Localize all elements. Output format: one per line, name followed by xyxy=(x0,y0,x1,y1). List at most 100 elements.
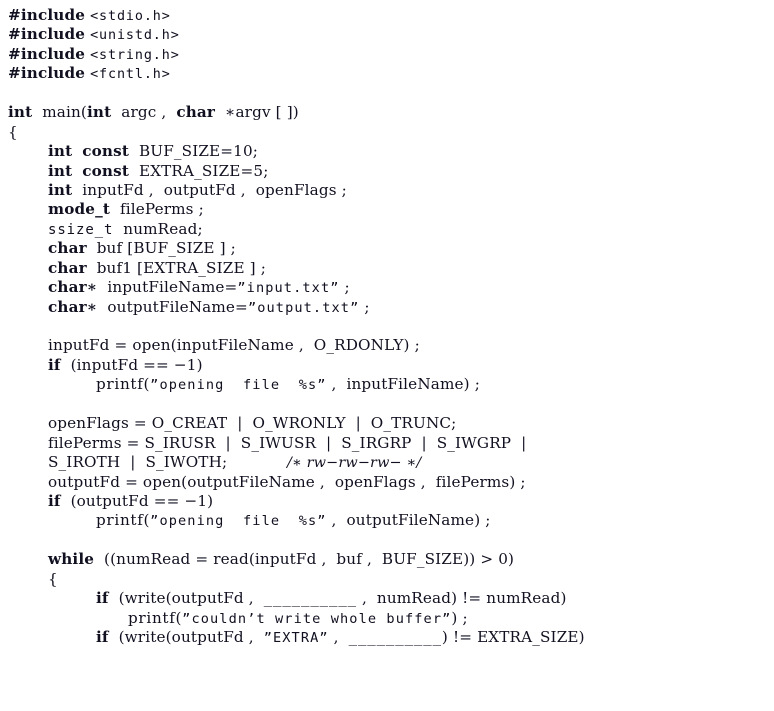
code-token-id: filePerms = S_IRUSR | S_IWUSR | S_IRGRP … xyxy=(48,433,527,452)
code-token-kw: while xyxy=(48,550,95,569)
code-token-id: { xyxy=(48,569,58,588)
code-token-id: (outputFd == −1) xyxy=(60,491,214,510)
code-line: mode_t filePerms ; xyxy=(0,200,774,219)
code-token-kw: int xyxy=(8,103,33,122)
code-token-id: ) != EXTRA_SIZE) xyxy=(441,628,585,646)
code-token-pp: #include xyxy=(8,25,86,44)
code-line: while ((numRead = read(inputFd , buf , B… xyxy=(0,550,774,569)
code-token-id: ; xyxy=(339,278,350,297)
code-token-kw: if xyxy=(48,491,61,510)
code-token-id: openFlags = O_CREAT | O_WRONLY | O_TRUNC… xyxy=(48,414,457,433)
code-token-id: (write(outputFd , xyxy=(108,628,264,646)
code-line: char buf [BUF_SIZE ] ; xyxy=(0,239,774,258)
code-token-kw: const xyxy=(82,142,129,161)
code-line: openFlags = O_CREAT | O_WRONLY | O_TRUNC… xyxy=(0,414,774,433)
code-token-id xyxy=(72,162,82,180)
code-line: char buf1 [EXTRA_SIZE ] ; xyxy=(0,259,774,278)
code-line: printf(”opening file %s” , outputFileNam… xyxy=(0,511,774,530)
code-line: int inputFd , outputFd , openFlags ; xyxy=(0,181,774,200)
code-token-id: , xyxy=(328,628,349,646)
code-token-id: , outputFileName) ; xyxy=(326,511,491,530)
code-listing: #include <stdio.h> #include <unistd.h> #in… xyxy=(0,6,774,711)
code-token-fill[interactable]: __________ xyxy=(264,591,357,607)
code-line: printf(”opening file %s” , inputFileName… xyxy=(0,375,774,394)
code-line: char∗ inputFileName=”input.txt” ; xyxy=(0,278,774,297)
code-token-id: numRead; xyxy=(113,219,203,238)
code-token-kw: int xyxy=(48,142,73,161)
code-token-id: ) ; xyxy=(451,608,468,627)
code-token-fn: printf( xyxy=(96,375,151,394)
code-token-kw: char∗ xyxy=(48,278,98,297)
code-line: if (write(outputFd , __________ , numRea… xyxy=(0,589,774,608)
code-token-id: ; xyxy=(359,297,370,316)
code-token-id: filePerms ; xyxy=(110,200,204,219)
code-line: int main(int argc , char ∗argv [ ]) xyxy=(0,103,774,122)
code-line: #include <unistd.h> xyxy=(0,25,774,44)
code-token-hdr: <string.h> xyxy=(90,47,180,63)
code-token-id: main( xyxy=(32,103,88,122)
code-token-id: buf [BUF_SIZE ] ; xyxy=(86,239,236,258)
code-token-kw: const xyxy=(82,161,129,180)
code-token-id: inputFd = open(inputFileName , O_RDONLY)… xyxy=(48,336,420,355)
code-line: char∗ outputFileName=”output.txt” ; xyxy=(0,298,774,317)
code-token-hdr: <unistd.h> xyxy=(90,28,180,44)
code-line: inputFd = open(inputFileName , O_RDONLY)… xyxy=(0,336,774,355)
code-token-str: ”couldn’t write whole buffer” xyxy=(182,610,452,627)
code-token-id: , numRead) != numRead) xyxy=(356,589,567,608)
code-token-id: inputFd , outputFd , openFlags ; xyxy=(72,180,347,199)
code-token-id: (inputFd == −1) xyxy=(60,355,203,374)
code-line: int const EXTRA_SIZE=5; xyxy=(0,162,774,181)
code-token-hdr: <fcntl.h> xyxy=(90,67,171,83)
code-line: #include <string.h> xyxy=(0,45,774,64)
code-token-id: (write(outputFd , xyxy=(108,589,264,608)
code-token-id: outputFileName= xyxy=(97,297,248,316)
code-line: int const BUF_SIZE=10; xyxy=(0,142,774,161)
code-token-id: ((numRead = read(inputFd , buf , BUF_SIZ… xyxy=(94,550,515,569)
code-line: #include <stdio.h> xyxy=(0,6,774,25)
code-token-kw: char xyxy=(176,103,216,122)
code-token-fill[interactable]: ssize_t xyxy=(48,222,113,238)
code-token-kw: char xyxy=(48,239,87,258)
code-line: #include <fcntl.h> xyxy=(0,64,774,83)
code-token-id: BUF_SIZE=10; xyxy=(129,142,259,161)
code-line: S_IROTH | S_IWOTH; /∗ rw−rw−rw− ∗/ xyxy=(0,453,774,472)
code-token-fill[interactable]: __________ xyxy=(349,630,442,646)
code-line: printf(”couldn’t write whole buffer”) ; xyxy=(0,609,774,628)
code-token-str: ”output.txt” xyxy=(247,299,360,316)
code-token-cmt: /∗ rw−rw−rw− ∗/ xyxy=(286,455,422,472)
code-token-pp: #include xyxy=(8,64,86,83)
code-token-pp: #include xyxy=(8,6,86,24)
code-token-id: ∗argv [ ]) xyxy=(215,103,299,122)
code-line: if (outputFd == −1) xyxy=(0,492,774,511)
code-token-str: ”opening file %s” xyxy=(150,513,327,530)
code-token-fn: printf( xyxy=(128,608,183,627)
code-token-hdr: <stdio.h> xyxy=(90,9,171,24)
code-token-kw: int xyxy=(48,180,73,199)
code-token-kw: if xyxy=(96,628,109,646)
code-line: { xyxy=(0,123,774,142)
code-token-id xyxy=(72,142,82,160)
code-token-id: inputFileName= xyxy=(97,278,238,297)
code-line: if (inputFd == −1) xyxy=(0,356,774,375)
code-token-id: buf1 [EXTRA_SIZE ] ; xyxy=(86,258,266,277)
code-token-kw: char∗ xyxy=(48,297,98,316)
code-token-id: , inputFileName) ; xyxy=(326,375,480,394)
code-token-kw: char xyxy=(48,258,87,277)
code-token-str: ”opening file %s” xyxy=(150,377,327,394)
code-line: ssize_t numRead; xyxy=(0,220,774,239)
code-token-pp: #include xyxy=(8,44,86,63)
code-token-str: ”input.txt” xyxy=(237,280,340,297)
code-token-id: argc , xyxy=(111,103,177,122)
code-line: if (write(outputFd , ”EXTRA” , _________… xyxy=(0,628,774,647)
code-token-id: outputFd = open(outputFileName , openFla… xyxy=(48,472,526,491)
code-token-id xyxy=(227,453,287,471)
code-token-id: S_IROTH | S_IWOTH; xyxy=(48,453,228,472)
code-line: { xyxy=(0,570,774,589)
code-token-id: EXTRA_SIZE=5; xyxy=(129,161,269,180)
code-token-fn: printf( xyxy=(96,511,151,530)
code-token-kw: if xyxy=(48,355,61,374)
